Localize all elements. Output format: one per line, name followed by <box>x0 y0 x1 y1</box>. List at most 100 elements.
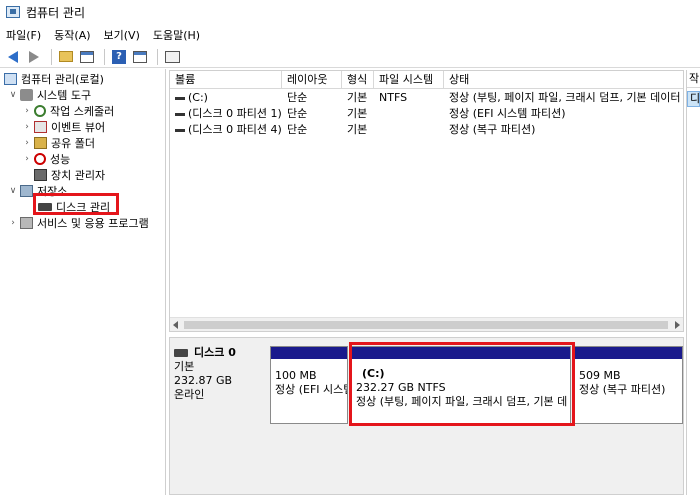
volume-name: (디스크 0 파티션 1) <box>188 107 282 120</box>
tree-item-label: 장치 관리자 <box>51 169 106 182</box>
volume-layout: 단순 <box>287 91 308 104</box>
tree-item-system-tools[interactable]: ∨ 시스템 도구 <box>8 87 91 103</box>
disk-status: 온라인 <box>174 388 205 401</box>
disk-info-panel[interactable]: 디스크 0 기본 232.87 GB 온라인 <box>174 346 268 424</box>
column-header-file-system[interactable]: 파일 시스템 <box>374 71 444 89</box>
volume-file-system: NTFS <box>379 91 408 104</box>
chevron-right-icon[interactable]: › <box>22 138 32 148</box>
up-one-level-button[interactable] <box>57 48 75 66</box>
menu-file[interactable]: 파일(F) <box>6 27 41 43</box>
volume-layout: 단순 <box>287 123 308 136</box>
forward-button[interactable] <box>25 48 43 66</box>
scroll-right-icon[interactable] <box>675 321 680 329</box>
disk-name: 디스크 0 <box>194 346 236 359</box>
tree-item-task-scheduler[interactable]: › 작업 스케줄러 <box>22 103 114 119</box>
menu-help[interactable]: 도움말(H) <box>153 27 200 43</box>
tree-item-event-viewer[interactable]: › 이벤트 뷰어 <box>22 119 105 135</box>
action-pane-icon <box>133 50 147 63</box>
chevron-right-icon[interactable]: › <box>22 154 32 164</box>
event-viewer-icon <box>34 121 47 133</box>
volume-name: (디스크 0 파티션 4) <box>188 123 282 136</box>
partition-size: 509 MB <box>579 369 621 382</box>
tree-item-label: 공유 폴더 <box>51 137 95 150</box>
volume-icon <box>175 128 185 132</box>
partition-efi[interactable]: 100 MB 정상 (EFI 시스템 파티션) <box>270 346 348 424</box>
volume-list-header: 볼륨 레이아웃 형식 파일 시스템 상태 <box>170 71 683 89</box>
scroll-left-icon[interactable] <box>173 321 178 329</box>
partition-status: 정상 (EFI 시스템 파티션) <box>275 383 347 396</box>
column-header-layout[interactable]: 레이아웃 <box>282 71 342 89</box>
tree-item-device-manager[interactable]: 장치 관리자 <box>34 167 105 183</box>
partition-recovery[interactable]: 509 MB 정상 (복구 파티션) <box>574 346 683 424</box>
show-hide-action-pane-button[interactable] <box>131 48 149 66</box>
disk-type: 기본 <box>174 360 195 373</box>
partition-status: 정상 (복구 파티션) <box>579 383 666 396</box>
toolbar-separator <box>157 48 158 65</box>
horizontal-scrollbar[interactable] <box>170 317 683 331</box>
show-hide-tree-button[interactable] <box>78 48 96 66</box>
volume-icon <box>175 96 185 100</box>
action-pane-header: 작 <box>687 70 700 88</box>
back-button[interactable] <box>4 48 22 66</box>
volume-type: 기본 <box>347 123 368 136</box>
tree-item-shared-folders[interactable]: › 공유 폴더 <box>22 135 95 151</box>
table-row[interactable]: (디스크 0 파티션 4) 단순 기본 정상 (복구 파티션) <box>170 122 683 138</box>
tools-icon <box>20 89 33 101</box>
tree-item-label: 서비스 및 응용 프로그램 <box>37 217 149 230</box>
computer-management-icon <box>6 6 20 18</box>
chevron-right-icon[interactable]: › <box>22 122 32 132</box>
chevron-down-icon[interactable]: ∨ <box>8 90 18 100</box>
volume-status: 정상 (복구 파티션) <box>449 123 536 136</box>
partition-size: 100 MB <box>275 369 317 382</box>
toolbar: ? <box>0 46 700 68</box>
help-icon: ? <box>112 49 126 64</box>
volume-file-system <box>374 106 444 122</box>
tree-item-label: 성능 <box>50 153 71 166</box>
highlight-box-partition-c <box>349 342 575 426</box>
chevron-right-icon[interactable]: › <box>8 218 18 228</box>
console-tree: 컴퓨터 관리(로컬) ∨ 시스템 도구 › 작업 스케줄러 › 이벤트 뷰어 ›… <box>0 69 166 495</box>
column-header-status[interactable]: 상태 <box>444 71 683 89</box>
disk-size: 232.87 GB <box>174 374 233 387</box>
console-tree-icon <box>80 50 94 63</box>
disk-drive-icon <box>174 349 188 357</box>
chevron-right-icon[interactable]: › <box>22 106 32 116</box>
volume-status: 정상 (EFI 시스템 파티션) <box>449 107 566 120</box>
tree-item-label: 컴퓨터 관리(로컬) <box>21 73 104 86</box>
table-row[interactable]: (디스크 0 파티션 1) 단순 기본 정상 (EFI 시스템 파티션) <box>170 106 683 122</box>
action-item-disk-management[interactable]: 디 <box>687 91 700 107</box>
menu-action[interactable]: 동작(A) <box>54 27 90 43</box>
disk-graphical-view: 디스크 0 기본 232.87 GB 온라인 100 MB 정상 (EFI 시스… <box>169 337 684 495</box>
clock-icon <box>34 105 46 117</box>
computer-icon <box>4 73 17 85</box>
storage-icon <box>20 185 33 197</box>
tree-item-label: 작업 스케줄러 <box>50 105 115 118</box>
volume-name: (C:) <box>188 91 208 104</box>
tree-item-label: 시스템 도구 <box>37 89 92 102</box>
column-header-volume[interactable]: 볼륨 <box>170 71 282 89</box>
help-button[interactable]: ? <box>110 48 128 66</box>
tree-item-performance[interactable]: › 성능 <box>22 151 70 167</box>
partition-bar <box>575 347 682 359</box>
volume-file-system <box>374 122 444 138</box>
performance-icon <box>34 153 46 165</box>
tree-item-root[interactable]: 컴퓨터 관리(로컬) <box>4 71 104 87</box>
scrollbar-thumb[interactable] <box>184 321 668 329</box>
action-pane: 작 디 <box>686 70 700 495</box>
chevron-down-icon[interactable]: ∨ <box>8 186 18 196</box>
folder-up-icon <box>59 51 73 62</box>
partition-bar <box>271 347 347 359</box>
back-arrow-icon <box>8 50 18 63</box>
console-button[interactable] <box>163 48 181 66</box>
menu-view[interactable]: 보기(V) <box>104 27 140 43</box>
title-bar: 컴퓨터 관리 <box>0 0 700 24</box>
highlight-box-disk-management <box>33 193 119 215</box>
table-row[interactable]: (C:) 단순 기본 NTFS 정상 (부팅, 페이지 파일, 크래시 덤프, … <box>170 90 683 106</box>
volume-icon <box>175 112 185 116</box>
services-icon <box>20 217 33 229</box>
column-header-type[interactable]: 형식 <box>342 71 374 89</box>
tree-item-services-apps[interactable]: › 서비스 및 응용 프로그램 <box>8 215 149 231</box>
volume-list: 볼륨 레이아웃 형식 파일 시스템 상태 (C:) 단순 기본 NTFS 정상 … <box>169 70 684 332</box>
device-manager-icon <box>34 169 47 181</box>
menu-bar: 파일(F) 동작(A) 보기(V) 도움말(H) <box>0 24 700 46</box>
